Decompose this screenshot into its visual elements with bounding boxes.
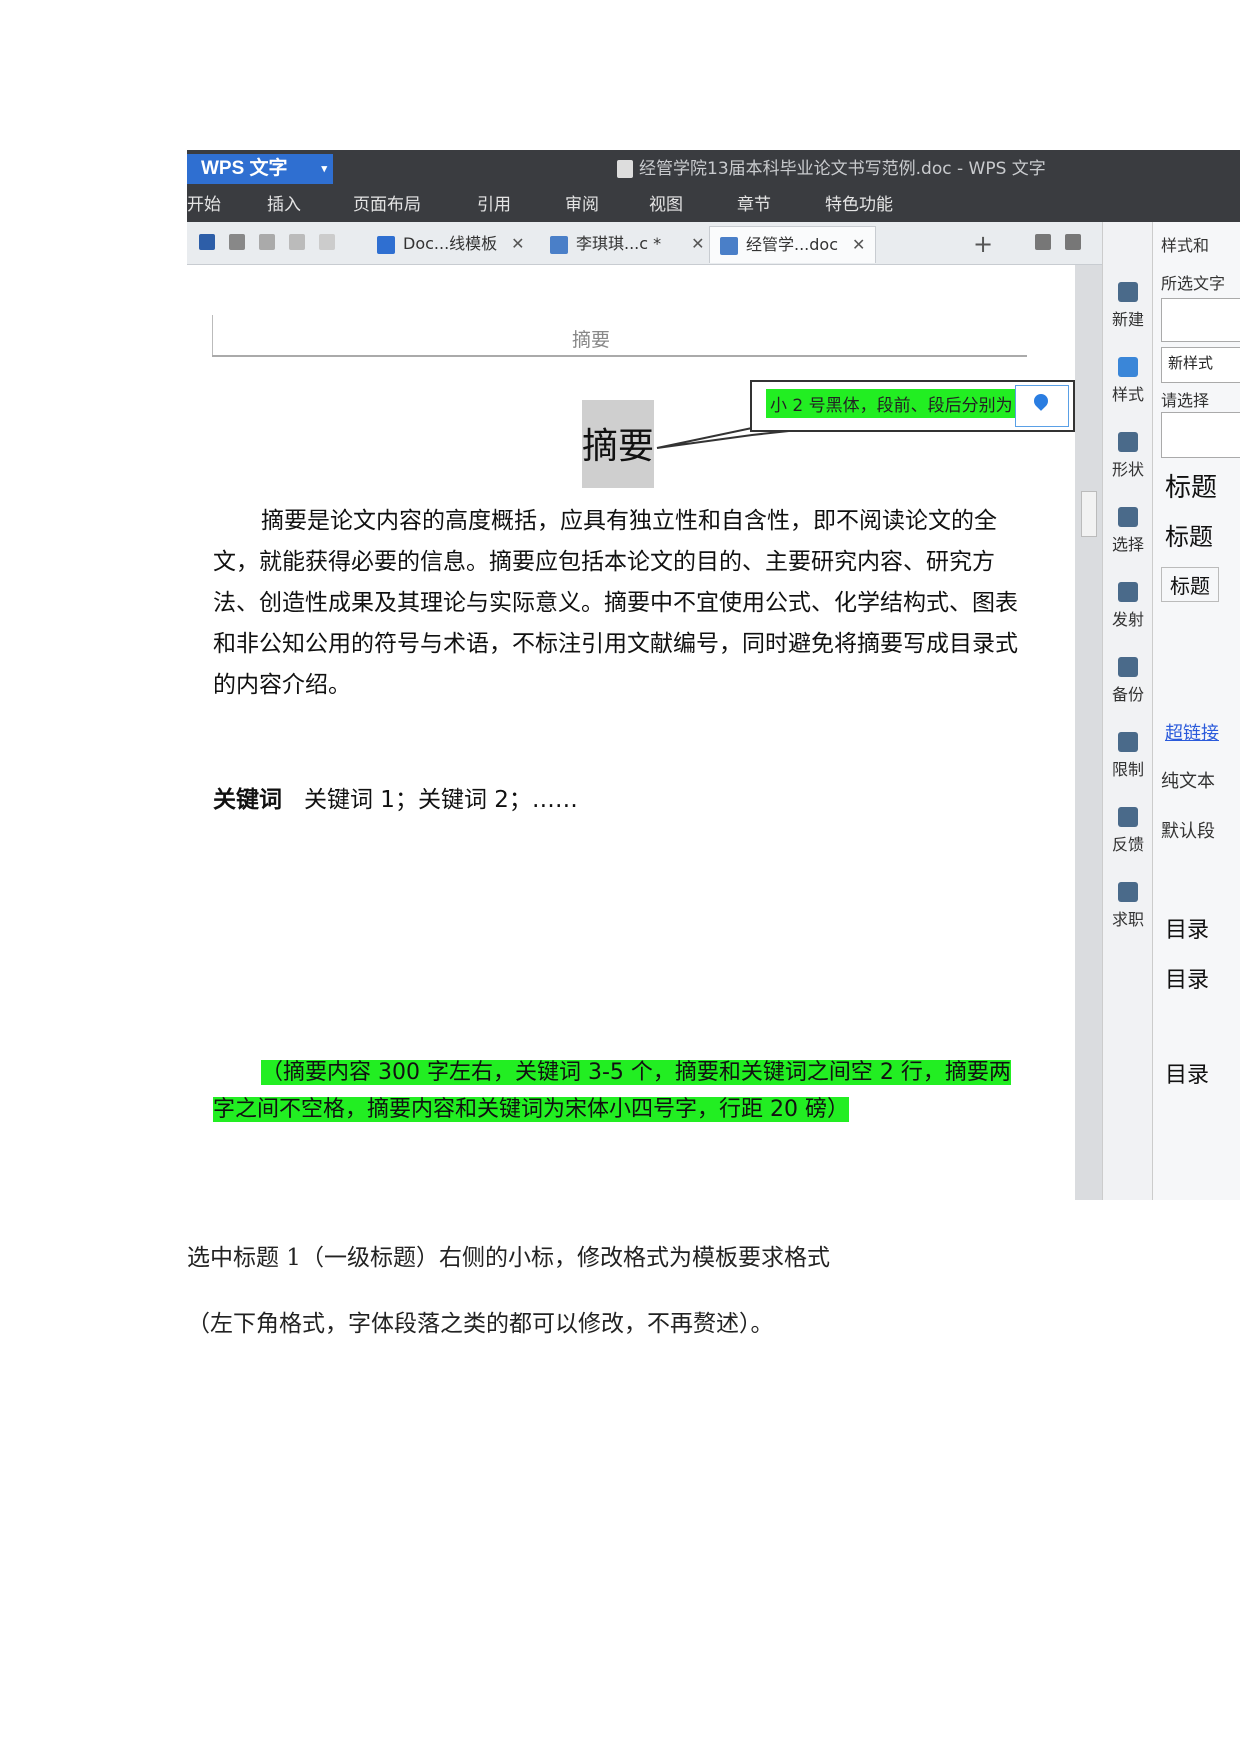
side-label: 形状 [1111, 460, 1144, 479]
keywords-line[interactable]: 关键词 关键词 1；关键词 2；…… [213, 780, 578, 814]
template-icon [377, 235, 395, 254]
new-style-button[interactable]: 新样式 [1161, 347, 1240, 383]
side-label: 备份 [1111, 685, 1144, 704]
tab-list-icon[interactable] [1065, 234, 1081, 250]
locate-button[interactable] [1015, 385, 1069, 427]
tab-doc-2[interactable]: 李琪琪...c * ✕ [550, 226, 705, 262]
tab-label: 经管学...doc [746, 235, 839, 254]
close-icon[interactable]: ✕ [691, 234, 704, 253]
page-header-line [212, 355, 1027, 357]
app-menu-label: WPS 文字 [201, 158, 288, 179]
word-doc-icon [550, 235, 568, 254]
side-style[interactable]: 样式 [1103, 357, 1153, 405]
format-note[interactable]: （摘要内容 300 字左右，关键词 3-5 个，摘要和关键词之间空 2 行，摘要… [213, 1054, 1025, 1128]
undo-icon[interactable] [289, 234, 305, 250]
menu-view[interactable]: 视图 [649, 188, 683, 222]
menu-page-layout[interactable]: 页面布局 [353, 188, 421, 222]
menu-features[interactable]: 特色功能 [825, 188, 893, 222]
side-toolbar: 新建 样式 形状 选择 发射 备份 限制 反馈 求职 [1102, 222, 1153, 1200]
briefcase-icon [1118, 882, 1138, 902]
abstract-paragraph[interactable]: 摘要是论文内容的高度概括，应具有独立性和自含性，即不阅读论文的全文，就能获得必要… [213, 501, 1023, 706]
vertical-scrollbar[interactable] [1075, 265, 1102, 1200]
style-heading-3[interactable]: 标题 [1161, 567, 1219, 602]
side-feedback[interactable]: 反馈 [1103, 807, 1153, 855]
style-heading-2[interactable]: 标题 [1165, 517, 1213, 552]
styles-pane: 样式和 所选文字 新样式 请选择 标题 标题 标题 超链接 纯文本 默认段 目录… [1152, 222, 1240, 1200]
style-default[interactable]: 默认段 [1161, 817, 1215, 843]
style-hyperlink[interactable]: 超链接 [1165, 719, 1219, 745]
tab-label: Doc...线模板 [403, 234, 498, 253]
app-menu-button[interactable]: WPS 文字 ▾ [187, 154, 333, 184]
keywords-value: 关键词 1；关键词 2；…… [304, 787, 578, 813]
callout-text: 小 2 号黑体，段前、段后分别为 1 行 [766, 389, 1056, 418]
menu-section[interactable]: 章节 [737, 188, 771, 222]
tab-doc-template[interactable]: Doc...线模板 ✕ [377, 226, 525, 262]
side-label: 选择 [1111, 535, 1144, 554]
tab-doc-active[interactable]: 经管学...doc ✕ [709, 226, 877, 263]
styles-pane-header: 样式和 [1161, 236, 1210, 255]
print-preview-icon[interactable] [259, 234, 275, 250]
close-icon[interactable]: ✕ [852, 235, 865, 254]
side-new[interactable]: 新建 [1103, 282, 1153, 330]
restrict-icon [1118, 732, 1138, 752]
shape-icon [1118, 432, 1138, 452]
side-send[interactable]: 发射 [1103, 582, 1153, 630]
redo-icon[interactable] [319, 234, 335, 250]
word-doc-icon [720, 236, 738, 255]
side-shape[interactable]: 形状 [1103, 432, 1153, 480]
title-bar: WPS 文字 ▾ 经管学院13届本科毕业论文书写范例.doc - WPS 文字 [187, 150, 1240, 188]
choose-label: 请选择 [1161, 391, 1210, 410]
page-corner-mark [212, 315, 213, 355]
menu-references[interactable]: 引用 [477, 188, 511, 222]
chevron-down-icon: ▾ [321, 163, 327, 175]
selected-text-box[interactable] [1161, 298, 1240, 342]
tab-label: 李琪琪...c * [576, 234, 662, 253]
side-label: 新建 [1111, 310, 1144, 329]
side-label: 发射 [1111, 610, 1144, 629]
feedback-icon [1118, 807, 1138, 827]
keywords-label: 关键词 [213, 787, 282, 813]
new-tab-icon[interactable]: + [973, 226, 993, 262]
style-toc-1[interactable]: 目录 [1165, 912, 1209, 944]
document-page[interactable]: 摘要 摘要 小 2 号黑体，段前、段后分别为 1 行 摘要是论文内容的高度概括，… [187, 265, 1075, 1200]
wps-screenshot: WPS 文字 ▾ 经管学院13届本科毕业论文书写范例.doc - WPS 文字 … [187, 150, 1240, 1200]
side-job[interactable]: 求职 [1103, 882, 1153, 930]
style-toc-3[interactable]: 目录 [1165, 1057, 1209, 1089]
link-icon [1118, 582, 1138, 602]
scrollbar-thumb[interactable] [1081, 491, 1097, 537]
side-select[interactable]: 选择 [1103, 507, 1153, 555]
style-filter-box[interactable] [1161, 412, 1240, 458]
side-label: 样式 [1111, 385, 1144, 404]
side-label: 反馈 [1111, 835, 1144, 854]
selected-text-label: 所选文字 [1161, 274, 1226, 293]
location-pin-icon [1031, 391, 1051, 411]
style-plain-text[interactable]: 纯文本 [1161, 767, 1215, 793]
menu-start[interactable]: 开始 [187, 188, 221, 222]
style-heading-1[interactable]: 标题 [1165, 467, 1217, 504]
page-header-text: 摘要 [572, 329, 611, 351]
restore-icon[interactable] [1035, 234, 1051, 250]
menu-review[interactable]: 审阅 [565, 188, 599, 222]
document-icon [617, 160, 633, 178]
side-backup[interactable]: 备份 [1103, 657, 1153, 705]
menu-bar: 开始 插入 页面布局 引用 审阅 视图 章节 特色功能 [187, 188, 1240, 222]
style-icon [1118, 357, 1138, 377]
close-icon[interactable]: ✕ [511, 234, 524, 253]
tab-bar: Doc...线模板 ✕ 李琪琪...c * ✕ 经管学...doc ✕ + [187, 222, 1240, 265]
side-restrict[interactable]: 限制 [1103, 732, 1153, 780]
window-title: 经管学院13届本科毕业论文书写范例.doc - WPS 文字 [639, 159, 1046, 179]
select-icon [1118, 507, 1138, 527]
caption-line-2: （左下角格式，字体段落之类的都可以修改，不再赘述）。 [187, 1311, 774, 1337]
style-toc-2[interactable]: 目录 [1165, 962, 1209, 994]
side-label: 限制 [1111, 760, 1144, 779]
print-icon[interactable] [229, 234, 245, 250]
save-icon[interactable] [199, 234, 215, 250]
abstract-title[interactable]: 摘要 [582, 417, 654, 469]
backup-icon [1118, 657, 1138, 677]
format-note-text: （摘要内容 300 字左右，关键词 3-5 个，摘要和关键词之间空 2 行，摘要… [213, 1060, 1011, 1122]
menu-insert[interactable]: 插入 [267, 188, 301, 222]
side-label: 求职 [1111, 910, 1144, 929]
new-doc-icon [1118, 282, 1138, 302]
caption-line-1: 选中标题 1（一级标题）右侧的小标，修改格式为模板要求格式 [187, 1245, 830, 1271]
